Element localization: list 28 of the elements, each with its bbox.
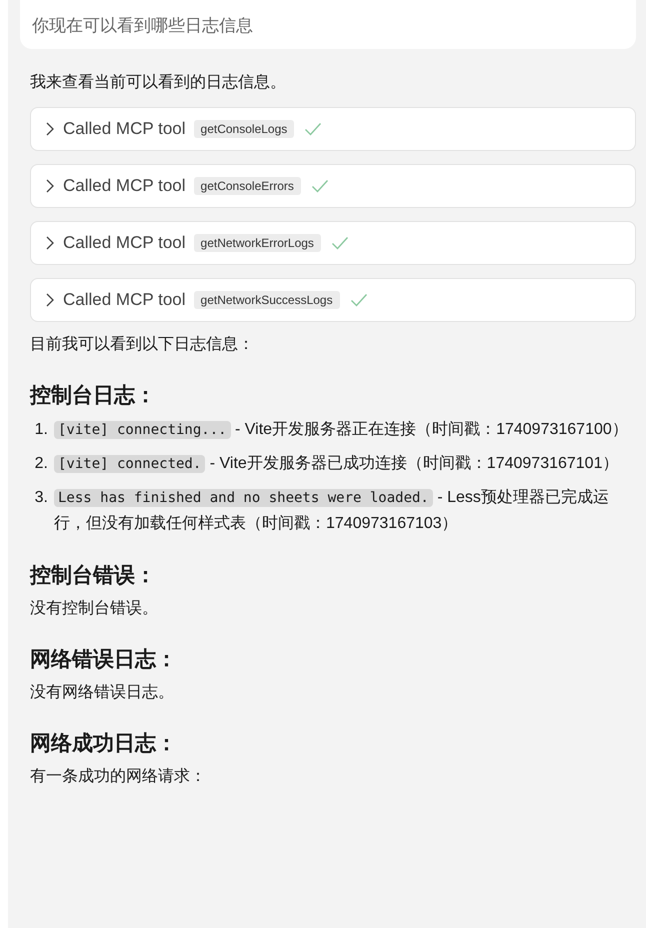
section-heading: 控制台错误：: [30, 563, 157, 589]
tool-call-label: Called MCP tool: [63, 290, 186, 310]
section-text: 没有控制台错误。: [30, 598, 159, 619]
tool-call-row[interactable]: Called MCP tool getNetworkSuccessLogs: [30, 278, 636, 322]
section-heading: 网络错误日志：: [30, 647, 178, 673]
tool-call-label: Called MCP tool: [63, 176, 186, 196]
tool-name-tag: getNetworkErrorLogs: [194, 234, 321, 252]
tool-call-label: Called MCP tool: [63, 233, 186, 253]
reply-text: 我来查看当前可以看到的日志信息。: [30, 72, 287, 93]
tool-call-row[interactable]: Called MCP tool getNetworkErrorLogs: [30, 221, 636, 265]
tool-name-tag: getConsoleErrors: [194, 177, 301, 195]
log-entry-text: [vite] connecting... - Vite开发服务器正在连接（时间戳：1740973167100）: [54, 417, 636, 443]
tool-call-row[interactable]: Called MCP tool getConsoleErrors: [30, 164, 636, 208]
log-entry-text: Less has finished and no sheets were loaded. - Less预处理器已完成运行，但没有加载任何样式表（时间戳：1740973167103）: [54, 488, 610, 534]
list-number: 1.: [34, 420, 48, 440]
tool-call-label: Called MCP tool: [63, 119, 186, 139]
log-entry-text: [vite] connected. - Vite开发服务器已成功连接（时间戳：1740973167101）: [54, 451, 636, 477]
section-heading: 控制台日志：: [30, 383, 157, 409]
tool-name-tag: getNetworkSuccessLogs: [194, 291, 340, 309]
user-message: 你现在可以看到哪些日志信息: [32, 15, 254, 37]
reply-text: 目前我可以看到以下日志信息：: [30, 334, 255, 355]
section-text: 没有网络错误日志。: [30, 682, 175, 703]
list-number: 3.: [34, 488, 48, 508]
section-heading: 网络成功日志：: [30, 731, 178, 757]
tool-name-tag: getConsoleLogs: [194, 120, 294, 138]
section-text: 有一条成功的网络请求：: [30, 766, 207, 787]
list-number: 2.: [34, 454, 48, 474]
tool-call-row[interactable]: Called MCP tool getConsoleLogs: [30, 107, 636, 151]
